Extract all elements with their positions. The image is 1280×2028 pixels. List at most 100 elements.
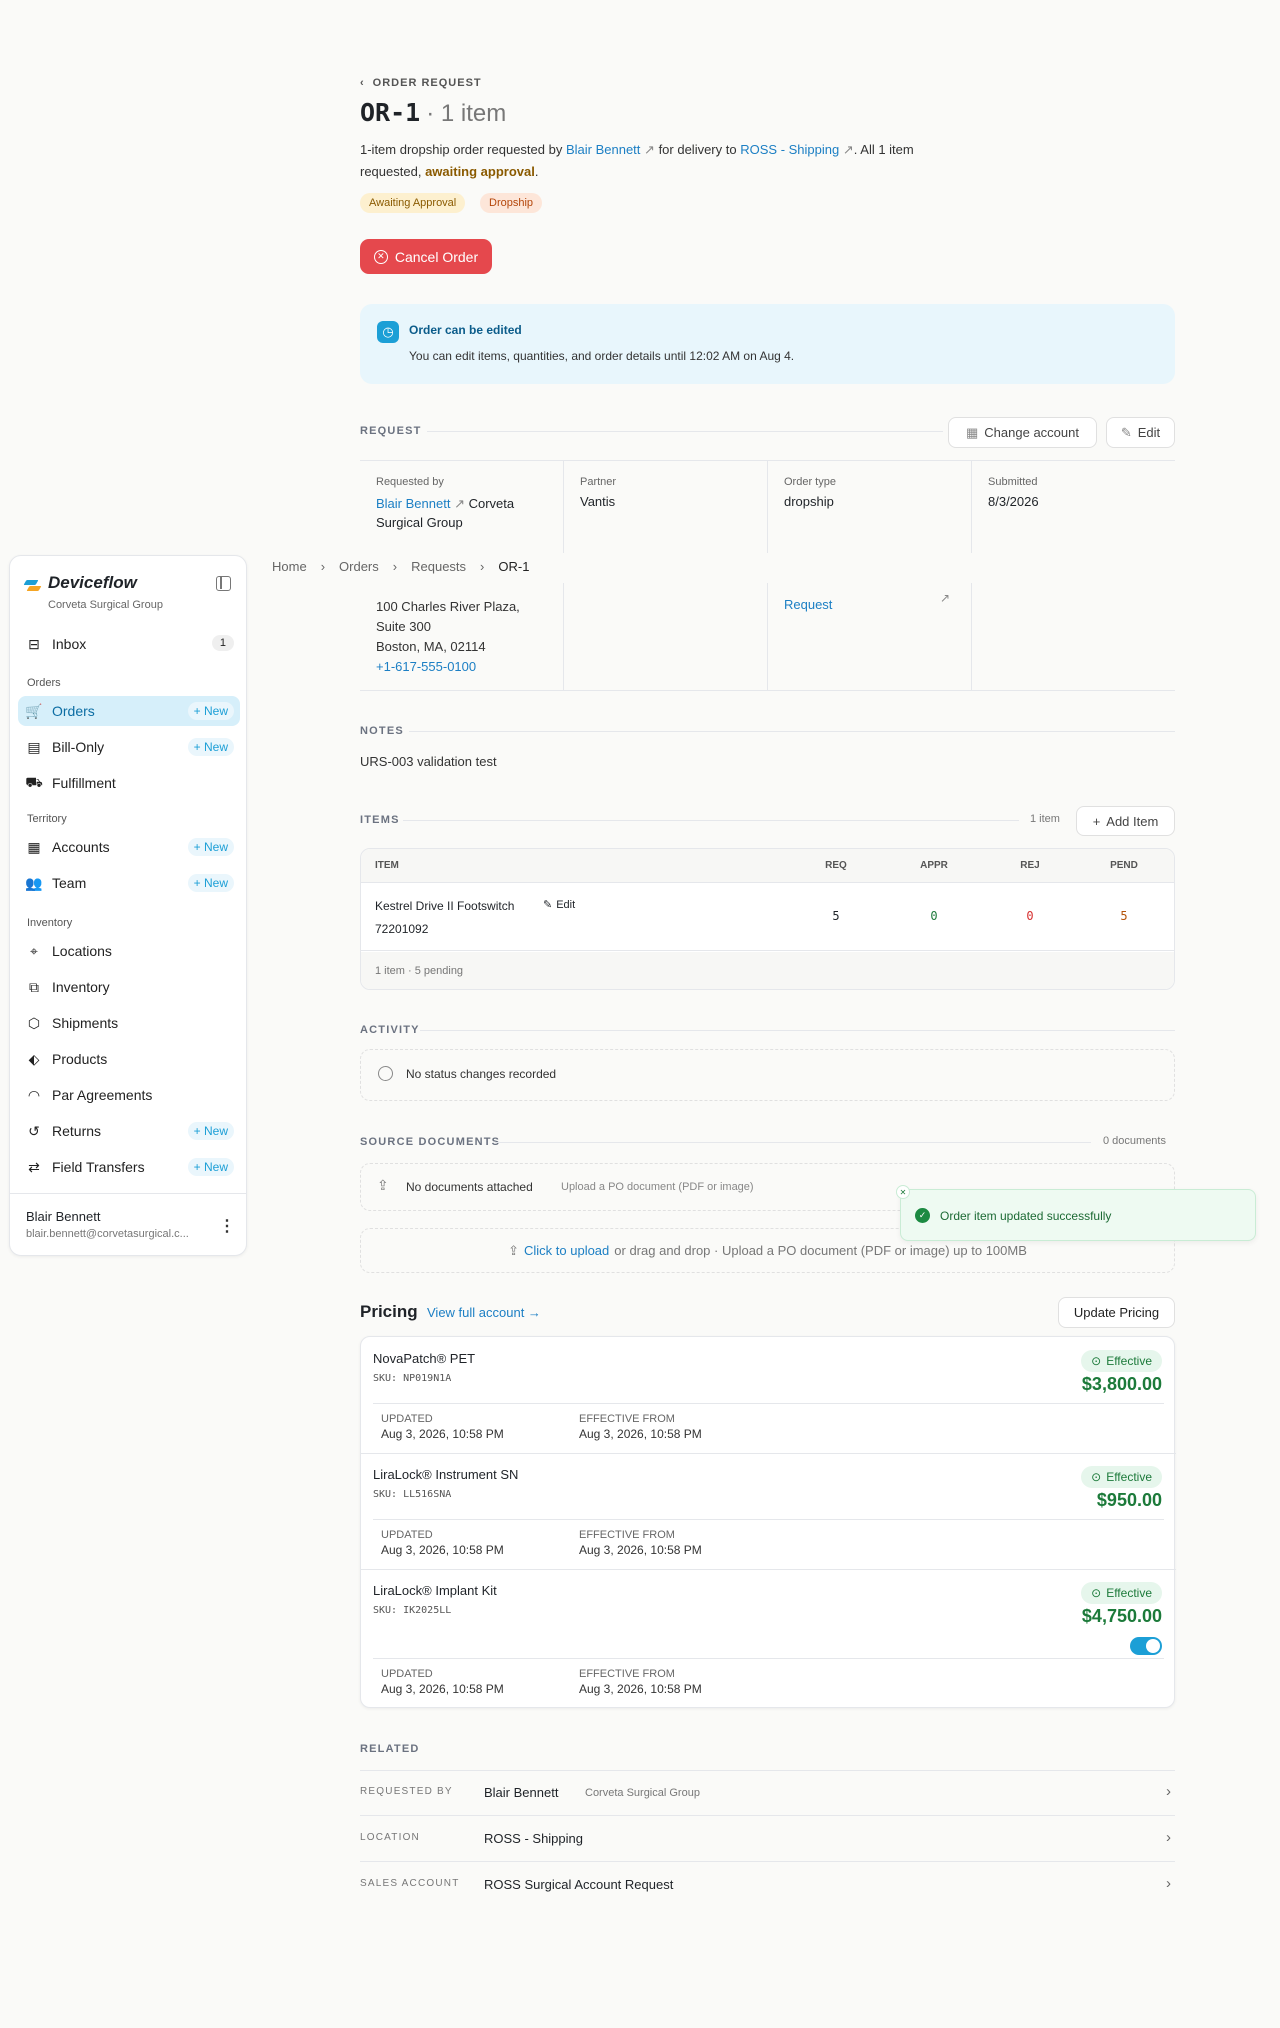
breadcrumb-requests[interactable]: Requests: [411, 559, 466, 574]
map-pin-icon: ⌖: [30, 942, 38, 959]
nav-label: Bill-Only: [52, 739, 105, 755]
new-bill-only-button[interactable]: + New: [187, 738, 234, 756]
new-field-transfer-button[interactable]: + New: [187, 1158, 234, 1176]
change-account-label: Change account: [984, 425, 1079, 440]
related-row-location[interactable]: LOCATION ROSS - Shipping ›: [360, 1817, 1175, 1862]
external-link-icon: ↗: [940, 591, 951, 605]
sidebar-item-orders[interactable]: 🛒 Orders + New: [18, 696, 240, 726]
new-label: New: [203, 1124, 228, 1138]
cancel-order-button[interactable]: ✕ Cancel Order: [360, 239, 492, 274]
documents-empty-hint: Upload a PO document (PDF or image): [561, 1181, 754, 1193]
status-badge: ⊙ Effective: [1081, 1466, 1162, 1488]
update-pricing-button[interactable]: Update Pricing: [1058, 1297, 1175, 1328]
related-row-account[interactable]: SALES ACCOUNT ROSS Surgical Account Requ…: [360, 1863, 1175, 1908]
requested-by-value: Blair Bennett ↗ Corveta Surgical Group: [376, 494, 556, 532]
change-account-button[interactable]: ▦ Change account: [948, 417, 1097, 448]
new-account-button[interactable]: + New: [187, 838, 234, 856]
breadcrumb-home[interactable]: Home: [272, 559, 307, 574]
upload-link[interactable]: Click to upload: [524, 1243, 609, 1258]
effective-value: Aug 3, 2026, 10:58 PM: [579, 1543, 702, 1557]
new-label: New: [203, 1160, 228, 1174]
account-link[interactable]: Request: [784, 597, 832, 612]
logo-icon: [23, 577, 42, 592]
user-name: Blair Bennett: [26, 1209, 101, 1224]
field-label: Submitted: [988, 476, 1038, 488]
user-email: blair.bennett@corvetasurgical.c...: [26, 1228, 189, 1240]
sidebar-item-shipments[interactable]: ⬡ Shipments: [18, 1008, 240, 1038]
item-count: · 1 item: [426, 100, 507, 127]
phone-link[interactable]: +1-617-555-0100: [376, 657, 520, 677]
add-item-button[interactable]: + Add Item: [1076, 806, 1175, 836]
toast-message: Order item updated successfully: [940, 1209, 1112, 1223]
table-row: Kestrel Drive II Footswitch ✎ Edit 72201…: [361, 883, 1174, 951]
breadcrumb-current: OR-1: [498, 559, 530, 574]
sidebar-item-par-agreements[interactable]: ◠ Par Agreements: [18, 1080, 240, 1110]
check-circle-icon: ⊙: [1091, 1470, 1102, 1484]
items-label: ITEMS: [360, 814, 400, 826]
edit-label: Edit: [556, 898, 576, 911]
type-badge: Dropship: [480, 193, 543, 213]
building-icon: ▦: [27, 838, 41, 855]
sidebar-item-locations[interactable]: ⌖ Locations: [18, 936, 240, 966]
new-label: New: [203, 876, 228, 890]
collapse-sidebar-icon[interactable]: [216, 576, 231, 591]
edit-request-button[interactable]: ✎ Edit: [1106, 417, 1175, 448]
divider: [409, 731, 1175, 732]
price-toggle[interactable]: [1130, 1637, 1162, 1655]
notice-body: You can edit items, quantities, and orde…: [409, 349, 795, 363]
order-type-value: dropship: [784, 494, 834, 509]
toast-close-icon[interactable]: ✕: [896, 1185, 910, 1199]
activity-empty: No status changes recorded: [360, 1049, 1175, 1101]
product-name: LiraLock® Implant Kit: [373, 1583, 497, 1598]
sidebar-item-accounts[interactable]: ▦ Accounts + New: [18, 832, 240, 862]
related-key: LOCATION: [360, 1832, 420, 1843]
requester-link[interactable]: Blair Bennett: [566, 142, 640, 157]
sidebar-item-inbox[interactable]: ⊟ Inbox 1: [18, 629, 240, 659]
edit-label: Edit: [1137, 425, 1161, 440]
sidebar-item-products[interactable]: ⬖ Products: [18, 1044, 240, 1074]
related-label: RELATED: [360, 1743, 420, 1755]
updated-value: Aug 3, 2026, 10:58 PM: [381, 1682, 504, 1696]
sidebar-item-fulfillment[interactable]: ⛟ Fulfillment: [18, 768, 240, 798]
plus-icon: +: [1092, 813, 1101, 829]
edit-item-button[interactable]: ✎ Edit: [543, 898, 576, 912]
new-label: New: [203, 740, 228, 754]
related-row-requester[interactable]: REQUESTED BY Blair Bennett Corveta Surgi…: [360, 1771, 1175, 1816]
field-label: Order type: [784, 476, 836, 488]
new-return-button[interactable]: + New: [187, 1122, 234, 1140]
sidebar-item-field-transfers[interactable]: ⇄ Field Transfers + New: [18, 1152, 240, 1182]
location-link[interactable]: ROSS - Shipping: [740, 142, 839, 157]
new-team-button[interactable]: + New: [187, 874, 234, 892]
chevron-left-icon: ‹: [360, 77, 365, 89]
back-link[interactable]: ‹ ORDER REQUEST: [360, 77, 482, 89]
package-icon: ⬡: [27, 1014, 41, 1031]
sidebar-item-returns[interactable]: ↺ Returns + New: [18, 1116, 240, 1146]
chevron-right-icon: ›: [320, 559, 326, 574]
clock-icon: [378, 1066, 393, 1081]
requester-link[interactable]: Blair Bennett: [376, 496, 450, 511]
new-label: New: [203, 704, 228, 718]
column-header: REQ: [825, 860, 847, 871]
sidebar-item-inventory[interactable]: ⧉ Inventory: [18, 972, 240, 1002]
notes-label: NOTES: [360, 725, 404, 737]
items-count: 1 item: [1030, 813, 1060, 825]
divider: [427, 431, 943, 432]
view-account-link[interactable]: View full account →: [427, 1305, 541, 1320]
chevron-right-icon: ›: [1166, 1783, 1171, 1800]
column-header: PEND: [1110, 860, 1138, 871]
gauge-icon: ◠: [27, 1086, 41, 1103]
items-table: ITEM REQ APPR REJ PEND Kestrel Drive II …: [360, 848, 1175, 990]
item-sku: 72201092: [375, 922, 429, 936]
status-label: Effective: [1106, 1354, 1152, 1368]
new-order-button[interactable]: + New: [187, 702, 234, 720]
updated-value: Aug 3, 2026, 10:58 PM: [381, 1543, 504, 1557]
product-price: $4,750.00: [1081, 1606, 1162, 1626]
activity-label: ACTIVITY: [360, 1024, 420, 1036]
related-key: SALES ACCOUNT: [360, 1878, 460, 1889]
sidebar-item-bill-only[interactable]: ▤ Bill-Only + New: [18, 732, 240, 762]
pricing-title: Pricing: [360, 1302, 418, 1321]
more-vertical-icon[interactable]: ⋮: [219, 1216, 235, 1236]
boxes-icon: ⧉: [29, 978, 39, 995]
sidebar-item-team[interactable]: 👥 Team + New: [18, 868, 240, 898]
breadcrumb-orders[interactable]: Orders: [339, 559, 379, 574]
